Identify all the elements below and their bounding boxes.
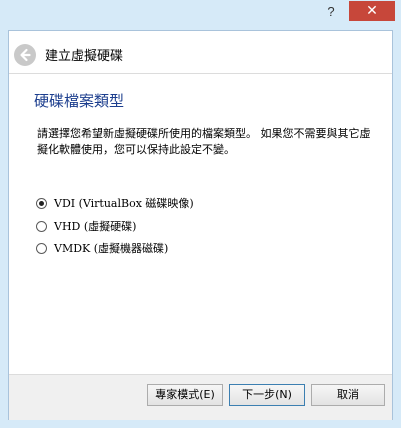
expert-mode-button[interactable]: 專家模式(E) — [147, 384, 223, 406]
radio-button-vhd[interactable] — [36, 220, 47, 232]
radio-label-vhd: VHD (虛擬硬碟) — [54, 220, 137, 233]
radio-option-vdi[interactable]: VDI (VirtualBox 磁碟映像) — [36, 194, 194, 212]
radio-label-vmdk: VMDK (虛擬機器磁碟) — [54, 242, 169, 255]
arrow-left-icon — [20, 48, 31, 62]
help-button[interactable]: ? — [318, 2, 344, 22]
cancel-button[interactable]: 取消 — [311, 384, 385, 406]
radio-button-vdi[interactable] — [36, 197, 47, 209]
close-button[interactable]: ✕ — [349, 1, 395, 21]
wizard-client: 建立虛擬硬碟 硬碟檔案類型 請選擇您希望新虛擬硬碟所使用的檔案類型。 如果您不需… — [8, 30, 393, 420]
back-button[interactable] — [14, 44, 36, 66]
radio-option-vhd[interactable]: VHD (虛擬硬碟) — [36, 217, 136, 235]
radio-option-vmdk[interactable]: VMDK (虛擬機器磁碟) — [36, 239, 168, 257]
content-panel: 硬碟檔案類型 請選擇您希望新虛擬硬碟所使用的檔案類型。 如果您不需要與其它虛擬化… — [9, 73, 392, 374]
title-bar: ? ✕ — [0, 0, 401, 30]
section-title: 硬碟檔案類型 — [34, 92, 125, 110]
radio-button-vmdk[interactable] — [36, 242, 47, 254]
dialog-window: ? ✕ 建立虛擬硬碟 硬碟檔案類型 請選擇您希望新虛擬硬碟所使用的檔案類型。 如… — [0, 0, 401, 428]
section-description: 請選擇您希望新虛擬硬碟所使用的檔案類型。 如果您不需要與其它虛擬化軟體使用，您可… — [37, 127, 371, 156]
button-bar: 專家模式(E) 下一步(N) 取消 — [9, 374, 392, 420]
next-button[interactable]: 下一步(N) — [229, 384, 305, 406]
radio-label-vdi: VDI (VirtualBox 磁碟映像) — [54, 197, 194, 210]
wizard-title: 建立虛擬硬碟 — [45, 49, 124, 64]
